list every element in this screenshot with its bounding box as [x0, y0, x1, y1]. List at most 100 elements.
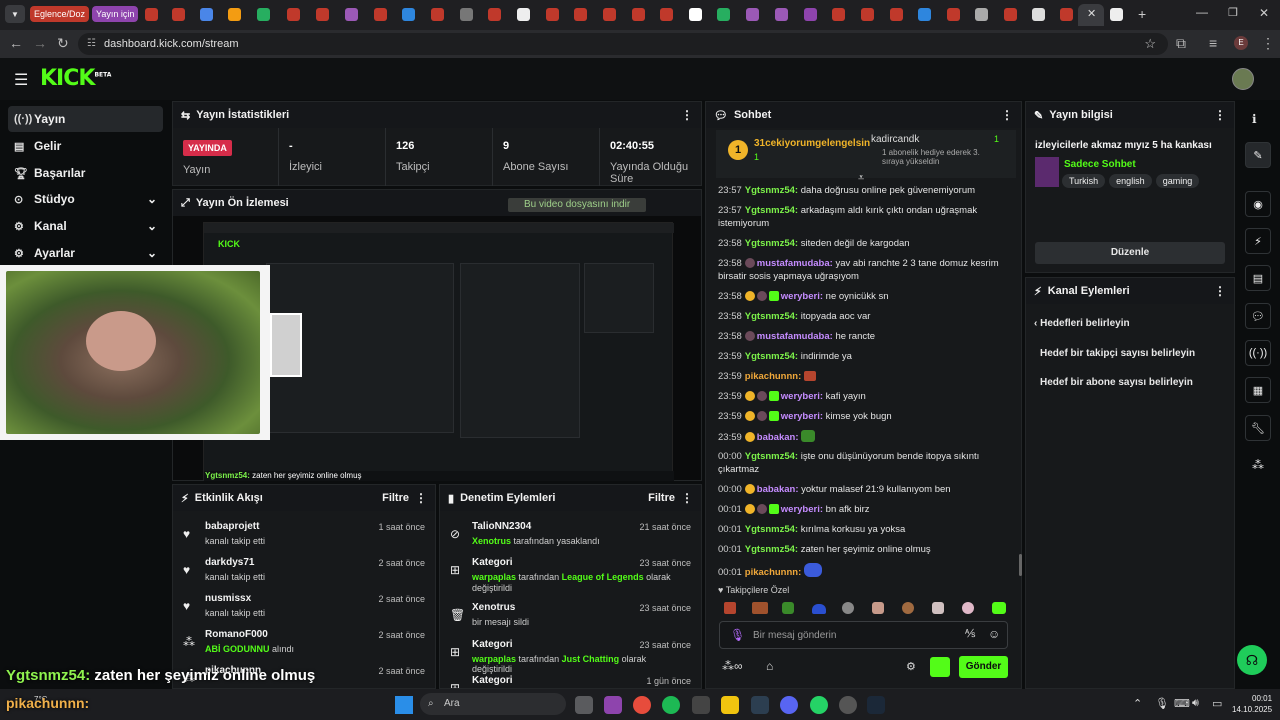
bookmark-star-icon[interactable]: ☆	[1144, 33, 1156, 55]
emote-icon[interactable]	[872, 602, 884, 614]
emote-icon[interactable]	[992, 602, 1006, 614]
tab-list-button[interactable]: ▼	[5, 5, 25, 23]
whatsapp-icon[interactable]	[810, 696, 828, 714]
hamburger-menu-icon[interactable]: ☰	[14, 70, 28, 90]
more-options-icon[interactable]: ⋮	[415, 491, 427, 505]
tab-favicon[interactable]	[460, 8, 473, 21]
more-options-icon[interactable]: ⋮	[681, 491, 693, 505]
kick-logo[interactable]: KICKBETA	[40, 66, 111, 91]
sidebar-item-basarilar[interactable]: 🏆︎ Başarılar	[8, 160, 163, 186]
rail-lightning-icon[interactable]: ⚡︎	[1245, 228, 1271, 254]
filter-button[interactable]: Filtre	[648, 492, 675, 504]
spotify-icon[interactable]	[662, 696, 680, 714]
store-icon[interactable]: ⌂	[766, 659, 773, 673]
event-username[interactable]: babaprojett	[205, 521, 259, 532]
tab-favicon[interactable]	[746, 8, 759, 21]
new-tab-icon[interactable]: +	[1138, 6, 1146, 22]
sub-goal-link[interactable]: Hedef bir abone sayısı belirleyin	[1040, 377, 1193, 388]
event-username[interactable]: darkdys71	[205, 557, 254, 568]
chat-mod-icon[interactable]	[930, 657, 950, 677]
message-username[interactable]: pikachunnn:	[745, 371, 801, 382]
message-username[interactable]: mustafamudaba:	[757, 331, 833, 342]
reload-icon[interactable]: ↻	[57, 35, 69, 51]
taskbar-clock[interactable]: 00:01 14.10.2025	[1232, 693, 1272, 715]
points-icon[interactable]: ⁂∞	[722, 659, 743, 673]
google-icon[interactable]	[689, 8, 702, 21]
tag[interactable]: Turkish	[1062, 174, 1106, 188]
youtube-icon[interactable]	[890, 8, 903, 21]
app-icon[interactable]	[692, 696, 710, 714]
message-username[interactable]: babakan:	[757, 432, 799, 443]
youtube-icon[interactable]	[574, 8, 587, 21]
tab-favicon[interactable]	[775, 8, 788, 21]
user-avatar[interactable]	[1232, 68, 1254, 90]
youtube-icon[interactable]	[287, 8, 300, 21]
more-options-icon[interactable]: ⋮	[1214, 108, 1226, 122]
sidebar-item-yayin[interactable]: ((·)) Yayın	[8, 106, 163, 132]
youtube-icon[interactable]	[947, 8, 960, 21]
tab-favicon[interactable]	[918, 8, 931, 21]
youtube-icon[interactable]	[546, 8, 559, 21]
tab-favicon[interactable]	[488, 8, 501, 21]
emote-icon[interactable]	[962, 602, 974, 614]
sidebar-item-gelir[interactable]: ▤ Gelir	[8, 133, 163, 159]
steam-icon[interactable]	[867, 696, 885, 714]
windows-start-icon[interactable]	[395, 696, 413, 714]
discord-icon[interactable]	[780, 696, 798, 714]
emoji-icon[interactable]: ☺	[988, 627, 1000, 641]
tray-battery-icon[interactable]: ▭	[1212, 697, 1222, 710]
chat-input[interactable]: 🎙︎ Bir mesaj gönderin ⅍ ☺	[719, 621, 1008, 649]
tab-favicon[interactable]	[345, 8, 358, 21]
youtube-icon[interactable]	[632, 8, 645, 21]
follower-goal-link[interactable]: Hedef bir takipçi sayısı belirleyin	[1040, 348, 1195, 359]
chrome-icon[interactable]	[633, 696, 651, 714]
message-username[interactable]: babakan:	[757, 484, 799, 495]
youtube-icon[interactable]	[660, 8, 673, 21]
rail-add-icon[interactable]: ⁂	[1252, 458, 1264, 472]
tag[interactable]: gaming	[1155, 174, 1200, 188]
youtube-icon[interactable]	[431, 8, 444, 21]
filter-button[interactable]: Filtre	[382, 492, 409, 504]
sidebar-item-ayarlar[interactable]: ⚙︎ Ayarlar ⌄	[8, 240, 163, 266]
back-link[interactable]: ‹ Hedefleri belirleyin	[1034, 318, 1130, 329]
download-hint-button[interactable]: Bu video dosyasını indir	[508, 198, 646, 212]
github-icon[interactable]	[517, 8, 530, 21]
tab-favicon[interactable]	[145, 8, 158, 21]
event-username[interactable]: RomanoF000	[205, 629, 268, 640]
message-username[interactable]: weryberi:	[781, 291, 823, 302]
youtube-icon[interactable]	[316, 8, 329, 21]
tray-volume-icon[interactable]: 🔊︎	[1192, 697, 1199, 710]
rail-layout-icon[interactable]: ▦	[1245, 377, 1271, 403]
send-button[interactable]: Gönder	[959, 656, 1008, 678]
message-username[interactable]: Ygtsnmz54:	[745, 524, 798, 535]
tab-favicon[interactable]	[1032, 8, 1045, 21]
top-gifter-username[interactable]: 31cekiyorumgelengelsin	[754, 138, 870, 149]
event-username[interactable]: Xenotrus	[472, 602, 515, 613]
more-options-icon[interactable]: ⋮	[1001, 108, 1013, 122]
app-icon[interactable]	[751, 696, 769, 714]
translate-icon[interactable]: ⅍	[965, 628, 975, 640]
message-username[interactable]: Ygtsnmz54:	[745, 185, 798, 196]
rail-camera-icon[interactable]: ◉	[1245, 191, 1271, 217]
forward-icon[interactable]: →	[33, 35, 47, 51]
gifter-username[interactable]: kadircandk	[871, 134, 919, 145]
window-close-icon[interactable]: ✕	[1259, 6, 1269, 20]
tab-group-eglence[interactable]: Eglence/Doz	[30, 6, 90, 22]
app-icon[interactable]	[839, 696, 857, 714]
youtube-icon[interactable]	[374, 8, 387, 21]
message-username[interactable]: mustafamudaba:	[757, 258, 833, 269]
message-username[interactable]: Ygtsnmz54:	[745, 351, 798, 362]
message-username[interactable]: weryberi:	[781, 391, 823, 402]
event-username[interactable]: TalioNN2304	[472, 521, 531, 532]
copilot-icon[interactable]	[604, 696, 622, 714]
emote-icon[interactable]	[842, 602, 854, 614]
tray-network-icon[interactable]: ⌨	[1174, 697, 1190, 710]
emote-icon[interactable]	[724, 602, 736, 614]
microphone-icon[interactable]: 🎙︎	[730, 628, 745, 642]
emote-icon[interactable]	[932, 602, 944, 614]
tray-expand-icon[interactable]: ⌃	[1133, 697, 1142, 710]
help-support-icon[interactable]: ☊	[1237, 645, 1267, 675]
message-username[interactable]: Ygtsnmz54:	[745, 544, 798, 555]
youtube-icon[interactable]	[603, 8, 616, 21]
emote-icon[interactable]	[812, 604, 826, 614]
